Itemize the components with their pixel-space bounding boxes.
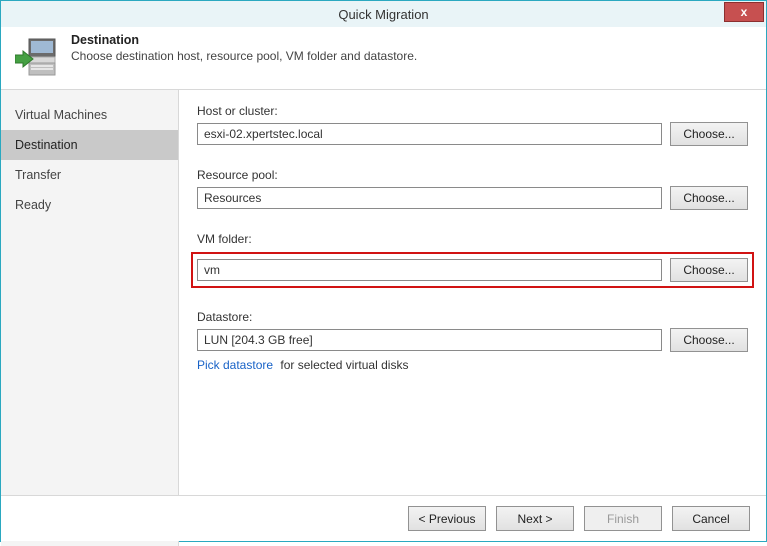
step-ready[interactable]: Ready [1, 190, 178, 220]
step-transfer[interactable]: Transfer [1, 160, 178, 190]
title-bar: Quick Migration x [1, 1, 766, 27]
finish-button[interactable]: Finish [584, 506, 662, 531]
field-vm-folder: VM folder: [197, 232, 748, 246]
page-title: Destination [71, 33, 417, 47]
previous-button[interactable]: < Previous [408, 506, 486, 531]
pool-label: Resource pool: [197, 168, 748, 182]
datastore-hint: Pick datastore for selected virtual disk… [197, 358, 748, 372]
next-button[interactable]: Next > [496, 506, 574, 531]
field-pool: Resource pool: Choose... [197, 168, 748, 210]
vm-folder-input[interactable] [197, 259, 662, 281]
field-host: Host or cluster: Choose... [197, 104, 748, 146]
datastore-label: Datastore: [197, 310, 748, 324]
wizard-body: Virtual Machines Destination Transfer Re… [1, 90, 766, 546]
destination-icon [15, 37, 57, 77]
wizard-steps: Virtual Machines Destination Transfer Re… [1, 90, 179, 546]
close-icon: x [741, 5, 748, 19]
host-label: Host or cluster: [197, 104, 748, 118]
field-datastore: Datastore: Choose... Pick datastore for … [197, 310, 748, 372]
wizard-content: Host or cluster: Choose... Resource pool… [179, 90, 766, 546]
host-input[interactable] [197, 123, 662, 145]
page-subtitle: Choose destination host, resource pool, … [71, 49, 417, 63]
pool-choose-button[interactable]: Choose... [670, 186, 748, 210]
datastore-hint-rest: for selected virtual disks [280, 358, 408, 372]
step-destination[interactable]: Destination [1, 130, 178, 160]
pick-datastore-link[interactable]: Pick datastore [197, 358, 273, 372]
datastore-choose-button[interactable]: Choose... [670, 328, 748, 352]
vm-folder-label: VM folder: [197, 232, 748, 246]
host-choose-button[interactable]: Choose... [670, 122, 748, 146]
pool-input[interactable] [197, 187, 662, 209]
header-text: Destination Choose destination host, res… [71, 33, 417, 63]
close-button[interactable]: x [724, 2, 764, 22]
datastore-input[interactable] [197, 329, 662, 351]
vm-folder-highlight: Choose... [191, 252, 754, 288]
vm-folder-choose-button[interactable]: Choose... [670, 258, 748, 282]
cancel-button[interactable]: Cancel [672, 506, 750, 531]
window-title: Quick Migration [1, 7, 766, 22]
wizard-footer: < Previous Next > Finish Cancel [1, 495, 766, 541]
wizard-header: Destination Choose destination host, res… [1, 27, 766, 90]
step-virtual-machines[interactable]: Virtual Machines [1, 100, 178, 130]
